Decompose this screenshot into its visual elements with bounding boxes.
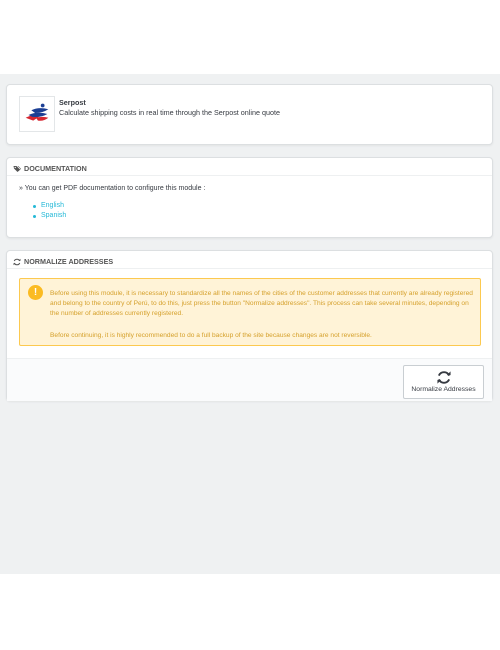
module-info-panel: Serpost Calculate shipping costs in real… xyxy=(6,84,493,145)
normalize-addresses-button[interactable]: Normalize Addresses xyxy=(403,365,484,399)
documentation-panel: DOCUMENTATION » You can get PDF document… xyxy=(6,157,493,238)
documentation-links: English Spanish xyxy=(33,201,66,221)
refresh-icon xyxy=(437,371,451,384)
warning-paragraph-2: Before continuing, it is highly recommen… xyxy=(50,331,372,339)
serpost-logo-icon xyxy=(19,96,55,132)
module-description: Calculate shipping costs in real time th… xyxy=(59,108,280,117)
tags-icon xyxy=(13,165,21,172)
warning-text: Before using this module, it is necessar… xyxy=(50,289,475,341)
warning-paragraph-1: Before using this module, it is necessar… xyxy=(50,290,473,318)
panel-footer: Normalize Addresses xyxy=(7,358,492,401)
normalize-title: NORMALIZE ADDRESSES xyxy=(24,257,114,266)
normalize-button-label: Normalize Addresses xyxy=(411,386,476,393)
documentation-heading: DOCUMENTATION xyxy=(7,158,492,176)
module-name: Serpost xyxy=(59,98,86,107)
warning-icon: ! xyxy=(28,285,43,300)
doc-link-english[interactable]: English xyxy=(33,201,66,211)
warning-alert: ! Before using this module, it is necess… xyxy=(19,278,481,346)
normalize-addresses-panel: NORMALIZE ADDRESSES ! Before using this … xyxy=(6,250,493,401)
refresh-icon xyxy=(13,258,21,265)
doc-link-spanish[interactable]: Spanish xyxy=(33,211,66,221)
documentation-title: DOCUMENTATION xyxy=(24,164,87,173)
normalize-heading: NORMALIZE ADDRESSES xyxy=(7,251,492,269)
documentation-intro: » You can get PDF documentation to confi… xyxy=(19,185,206,192)
